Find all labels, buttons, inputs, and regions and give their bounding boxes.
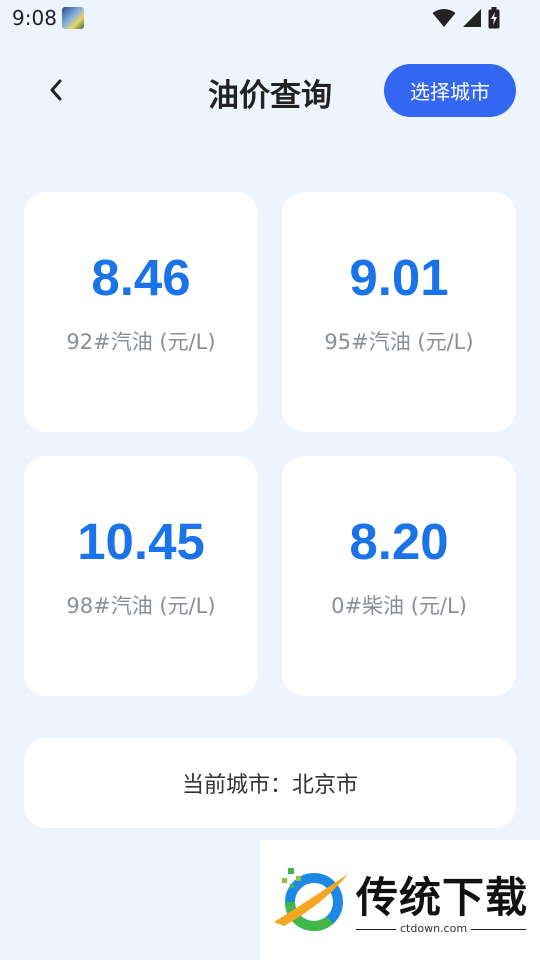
price-card-95: 9.01 95#汽油 (元/L) [282, 192, 516, 432]
watermark-title: 传统下载 [356, 873, 529, 922]
price-card-diesel: 8.20 0#柴油 (元/L) [282, 456, 516, 696]
price-value: 8.20 [349, 513, 449, 570]
price-value: 9.01 [349, 249, 449, 306]
chevron-left-icon [50, 79, 62, 101]
watermark-url: ctdown.com [396, 922, 472, 935]
notification-app-icon [62, 7, 84, 29]
current-city-bar: 当前城市：北京市 [24, 738, 516, 828]
back-button[interactable] [36, 70, 76, 110]
price-value: 10.45 [77, 513, 205, 570]
price-card-98: 10.45 98#汽油 (元/L) [24, 456, 258, 696]
price-label: 95#汽油 (元/L) [324, 330, 474, 354]
price-value: 8.46 [91, 249, 191, 306]
select-city-button[interactable]: 选择城市 [384, 64, 516, 117]
watermark-logo-icon [274, 868, 348, 932]
status-icons [432, 7, 500, 29]
current-city-text: 当前城市：北京市 [181, 773, 358, 798]
price-label: 0#柴油 (元/L) [331, 594, 467, 618]
screen: 9:08 油价查询 选择城市 8.46 92#汽油 (元/L) 9.01 95#… [0, 0, 540, 960]
price-label: 98#汽油 (元/L) [66, 594, 216, 618]
watermark: 传统下载 ctdown.com [260, 840, 540, 960]
price-card-92: 8.46 92#汽油 (元/L) [24, 192, 258, 432]
wifi-icon [432, 9, 456, 27]
status-bar: 9:08 [0, 0, 540, 36]
battery-charging-icon [488, 7, 500, 29]
price-label: 92#汽油 (元/L) [66, 330, 216, 354]
status-time: 9:08 [12, 6, 57, 30]
signal-icon [463, 9, 481, 27]
